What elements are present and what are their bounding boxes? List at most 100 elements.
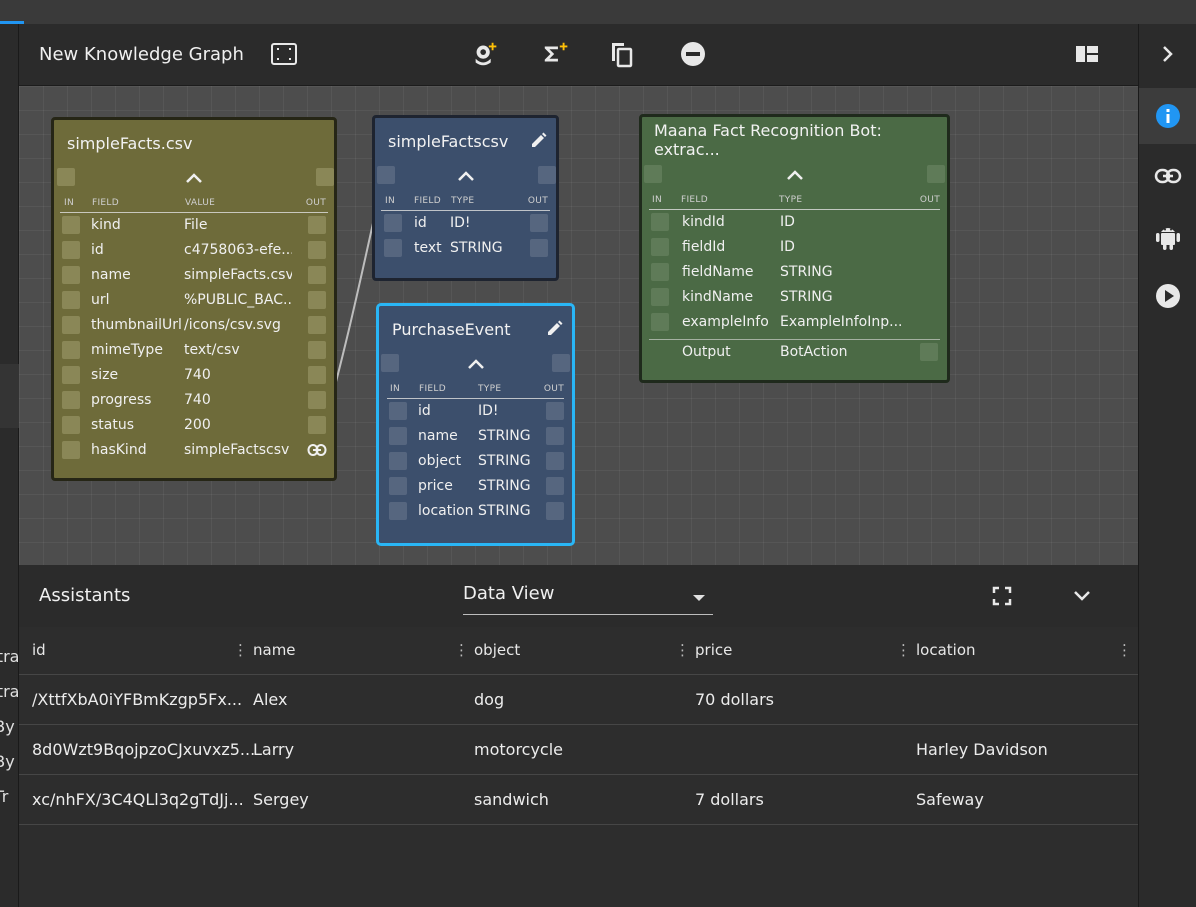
graph-canvas[interactable]: simpleFacts.csv IN FIELD VALUE OUT kind F… [19, 86, 1138, 565]
column-header-name[interactable]: name [253, 641, 296, 659]
field-value: /icons/csv.svg [184, 317, 281, 333]
table-row[interactable]: /XttfXbA0iYFBmKzgp5Fx... Alex dog 70 dol… [19, 675, 1138, 725]
field-in-port[interactable] [62, 391, 80, 409]
field-out-port[interactable] [546, 477, 564, 495]
column-header-id[interactable]: id [32, 641, 46, 659]
field-out-port[interactable] [308, 316, 326, 334]
field-out-port[interactable] [308, 366, 326, 384]
field-in-port[interactable] [62, 366, 80, 384]
field-out-port[interactable] [308, 266, 326, 284]
field-out-port[interactable] [308, 241, 326, 259]
edit-pencil-icon[interactable] [546, 319, 564, 337]
field-in-port[interactable] [62, 341, 80, 359]
node-in-port[interactable] [57, 168, 75, 186]
field-in-port[interactable] [62, 441, 80, 459]
field-in-port[interactable] [389, 502, 407, 520]
field-out-port[interactable] [546, 502, 564, 520]
column-menu-icon[interactable]: ⋮ [233, 641, 248, 659]
field-out-port[interactable] [308, 341, 326, 359]
field-row: id c4758063-efe... [60, 238, 328, 263]
node-out-port[interactable] [316, 168, 334, 186]
table-row[interactable]: 8d0Wzt9BqojpzoCJxuvxz5... Larry motorcyc… [19, 725, 1138, 775]
links-tab[interactable] [1139, 148, 1196, 204]
chevron-right-icon [1163, 46, 1173, 62]
column-menu-icon[interactable]: ⋮ [675, 641, 690, 659]
fit-view-icon [271, 43, 297, 65]
left-panel-selected-item[interactable] [0, 364, 19, 428]
add-bot-button[interactable] [470, 38, 502, 70]
field-in-port[interactable] [389, 477, 407, 495]
field-in-port[interactable] [384, 214, 402, 232]
node-simplefacts-csv[interactable]: simpleFacts.csv IN FIELD VALUE OUT kind F… [51, 117, 337, 481]
view-select[interactable]: Data View [463, 581, 713, 615]
field-in-port[interactable] [651, 313, 669, 331]
layout-button[interactable] [1071, 38, 1103, 70]
node-simplefactscsv[interactable]: simpleFactscsv IN FIELD TYPE OUT id ID! t… [372, 115, 559, 281]
info-tab[interactable] [1139, 88, 1196, 144]
copy-button[interactable] [606, 38, 638, 70]
field-in-port[interactable] [651, 238, 669, 256]
field-in-port[interactable] [62, 291, 80, 309]
field-out-port[interactable] [308, 391, 326, 409]
field-in-port[interactable] [62, 316, 80, 334]
output-port[interactable] [920, 343, 938, 361]
node-title: simpleFacts.csv [67, 133, 193, 153]
field-in-port[interactable] [651, 263, 669, 281]
collapse-panel-button[interactable] [1066, 580, 1098, 612]
column-header-price[interactable]: price [695, 641, 732, 659]
field-in-port[interactable] [62, 266, 80, 284]
node-in-port[interactable] [381, 354, 399, 372]
add-function-button[interactable] [541, 38, 573, 70]
column-header-object[interactable]: object [474, 641, 520, 659]
bots-tab[interactable] [1139, 208, 1196, 264]
table-row[interactable]: xc/nhFX/3C4QLl3q2gTdJj... Sergey sandwic… [19, 775, 1138, 825]
field-in-port[interactable] [389, 452, 407, 470]
field-name: mimeType [91, 342, 163, 358]
fullscreen-button[interactable] [986, 580, 1018, 612]
field-out-port[interactable] [546, 427, 564, 445]
left-panel: ctra ctra tBy tBy tTr [0, 24, 19, 907]
collapse-caret-icon[interactable] [457, 170, 475, 182]
node-out-port[interactable] [538, 166, 556, 184]
collapse-caret-icon[interactable] [786, 169, 804, 181]
field-in-port[interactable] [389, 402, 407, 420]
run-tab[interactable] [1139, 268, 1196, 324]
left-panel-fragment: ctra [0, 647, 19, 666]
field-in-port[interactable] [62, 216, 80, 234]
field-out-port[interactable] [308, 216, 326, 234]
edit-pencil-icon[interactable] [530, 131, 548, 149]
field-out-port[interactable] [530, 239, 548, 257]
node-in-port[interactable] [377, 166, 395, 184]
field-out-port[interactable] [308, 291, 326, 309]
field-out-port[interactable] [308, 416, 326, 434]
field-in-port[interactable] [389, 427, 407, 445]
column-header-location[interactable]: location [916, 641, 976, 659]
field-in-port[interactable] [384, 239, 402, 257]
expand-panel-button[interactable] [1139, 26, 1196, 82]
remove-button[interactable] [677, 38, 709, 70]
cell-object: sandwich [474, 790, 549, 809]
column-menu-icon[interactable]: ⋮ [896, 641, 911, 659]
node-out-port[interactable] [927, 165, 945, 183]
col-in-header: IN [385, 196, 395, 206]
field-in-port[interactable] [651, 288, 669, 306]
node-maana-bot[interactable]: Maana Fact Recognition Bot: extrac... IN… [639, 114, 950, 383]
collapse-caret-icon[interactable] [185, 172, 203, 184]
field-out-port[interactable] [546, 402, 564, 420]
column-menu-icon[interactable]: ⋮ [454, 641, 469, 659]
field-out-port[interactable] [546, 452, 564, 470]
field-in-port[interactable] [62, 416, 80, 434]
node-in-port[interactable] [644, 165, 662, 183]
field-type: STRING [450, 240, 503, 256]
node-purchaseevent[interactable]: PurchaseEvent IN FIELD TYPE OUT id ID! na… [377, 304, 574, 545]
left-panel-fragment: tBy [0, 752, 15, 771]
node-out-port[interactable] [552, 354, 570, 372]
field-out-port[interactable] [530, 214, 548, 232]
field-in-port[interactable] [651, 213, 669, 231]
link-icon[interactable] [307, 443, 327, 457]
field-in-port[interactable] [62, 241, 80, 259]
fit-view-button[interactable] [268, 38, 300, 70]
collapse-caret-icon[interactable] [467, 358, 485, 370]
column-menu-icon[interactable]: ⋮ [1117, 641, 1132, 659]
field-row: text STRING [381, 236, 550, 261]
